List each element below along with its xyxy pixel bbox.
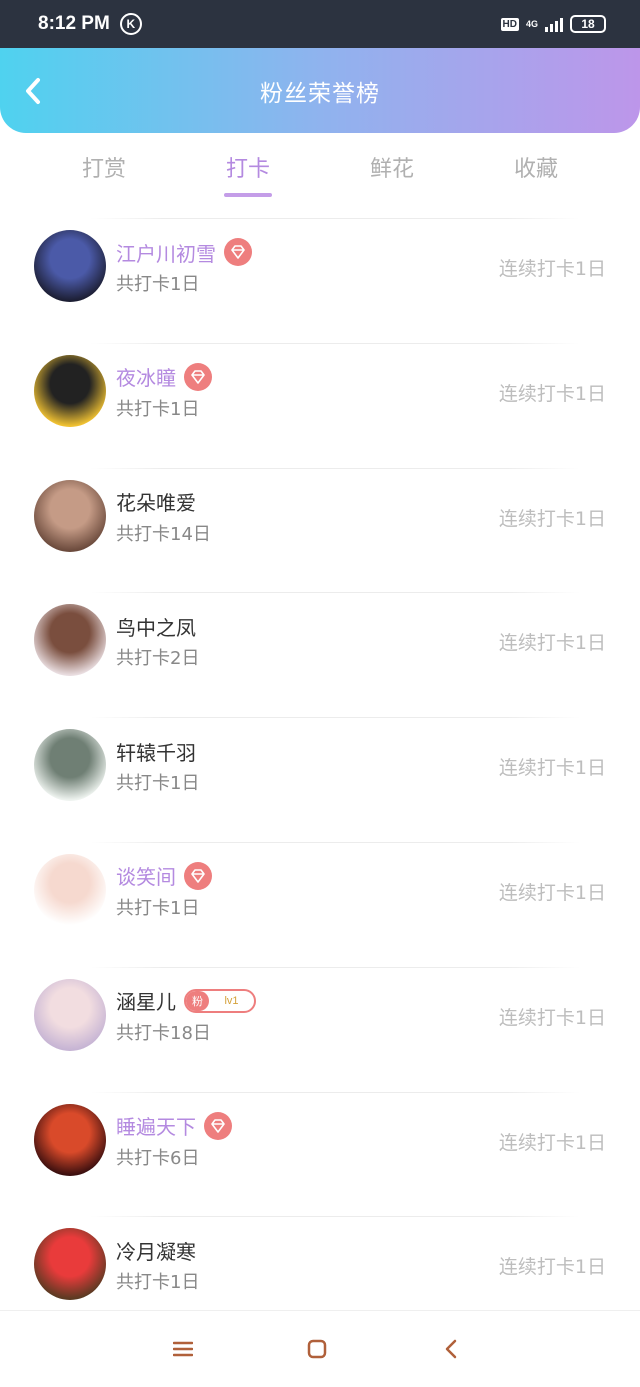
total-checkin-days: 共打卡1日 <box>116 773 200 795</box>
fan-name[interactable]: 江户川初雪 <box>116 238 216 267</box>
fan-name-line: 江户川初雪 <box>116 238 252 266</box>
total-checkin-days: 共打卡1日 <box>116 897 200 919</box>
row-divider <box>90 717 580 719</box>
fan-ranking-list: 江户川初雪 共打卡1日 连续打卡1日 夜冰瞳 共打卡1日 连续打卡1日 花朵唯爱… <box>0 218 640 1341</box>
fan-name[interactable]: 谈笑间 <box>116 861 176 890</box>
tab-label: 打赏 <box>81 157 126 182</box>
page-title: 粉丝荣誉榜 <box>260 80 380 107</box>
total-checkin-days: 共打卡18日 <box>116 1022 211 1044</box>
menu-icon <box>173 1341 193 1357</box>
streak-checkin-days: 连续打卡1日 <box>498 881 606 904</box>
tab-flowers[interactable]: 鲜花 <box>320 143 464 203</box>
diamond-badge-icon <box>204 1111 232 1140</box>
streak-checkin-days: 连续打卡1日 <box>498 632 606 655</box>
streak-checkin-days: 连续打卡1日 <box>498 258 606 280</box>
fan-badge-label: 粉 <box>186 990 209 1011</box>
fan-name[interactable]: 冷月凝寒 <box>116 1236 196 1265</box>
avatar[interactable] <box>34 1103 106 1176</box>
tab-bar: 打赏 打卡 鲜花 收藏 <box>32 143 608 203</box>
tab-checkin[interactable]: 打卡 <box>176 143 320 203</box>
hd-icon: HD <box>500 17 519 31</box>
fan-name-line: 谈笑间 <box>116 861 212 890</box>
tab-reward[interactable]: 打赏 <box>32 143 176 203</box>
fan-row[interactable]: 鸟中之凤 共打卡2日 连续打卡1日 <box>0 592 640 717</box>
fan-name[interactable]: 睡遍天下 <box>116 1111 196 1140</box>
tab-label: 鲜花 <box>369 157 414 182</box>
fan-name[interactable]: 轩辕千羽 <box>116 737 196 766</box>
fan-row[interactable]: 花朵唯爱 共打卡14日 连续打卡1日 <box>0 467 640 593</box>
fan-name-line: 鸟中之凤 <box>116 612 196 640</box>
home-icon <box>307 1339 327 1359</box>
fan-name[interactable]: 花朵唯爱 <box>116 487 196 516</box>
streak-checkin-days: 连续打卡1日 <box>498 507 606 530</box>
chevron-left-icon <box>26 78 40 104</box>
total-checkin-days: 共打卡14日 <box>116 523 211 545</box>
diamond-badge-icon <box>184 861 212 890</box>
system-nav-bar <box>0 1310 640 1387</box>
total-checkin-days: 共打卡1日 <box>116 398 200 420</box>
fan-row[interactable]: 谈笑间 共打卡1日 连续打卡1日 <box>0 841 640 967</box>
avatar[interactable] <box>34 1228 106 1301</box>
status-time: 8:12 PM <box>38 13 110 34</box>
avatar[interactable] <box>34 230 106 302</box>
system-back-button[interactable] <box>439 1337 463 1361</box>
row-divider <box>90 342 580 344</box>
fan-level-badge: 粉 lv1 <box>184 988 256 1013</box>
fan-row[interactable]: 睡遍天下 共打卡6日 连续打卡1日 <box>0 1091 640 1217</box>
fan-name-line: 冷月凝寒 <box>116 1236 196 1264</box>
avatar[interactable] <box>34 479 106 552</box>
fan-name[interactable]: 夜冰瞳 <box>116 362 176 391</box>
row-divider <box>90 218 580 219</box>
carrier-k-icon: K <box>119 13 142 35</box>
fan-row[interactable]: 夜冰瞳 共打卡1日 连续打卡1日 <box>0 342 640 468</box>
fan-row[interactable]: 江户川初雪 共打卡1日 连续打卡1日 <box>0 218 640 343</box>
fan-name-line: 夜冰瞳 <box>116 362 212 391</box>
menu-button[interactable] <box>171 1337 195 1361</box>
streak-checkin-days: 连续打卡1日 <box>498 1006 606 1029</box>
diamond-badge-icon <box>184 362 212 391</box>
home-button[interactable] <box>305 1337 329 1361</box>
streak-checkin-days: 连续打卡1日 <box>498 1256 606 1279</box>
diamond-badge-icon <box>224 238 252 266</box>
fan-name[interactable]: 涵星儿 <box>116 986 176 1015</box>
streak-checkin-days: 连续打卡1日 <box>498 757 606 780</box>
avatar[interactable] <box>34 604 106 677</box>
total-checkin-days: 共打卡2日 <box>116 648 200 670</box>
back-icon <box>445 1339 457 1359</box>
avatar[interactable] <box>34 853 106 926</box>
back-button[interactable] <box>22 76 46 106</box>
total-checkin-days: 共打卡1日 <box>116 1272 200 1294</box>
fan-name[interactable]: 鸟中之凤 <box>116 612 196 641</box>
fan-row[interactable]: 轩辕千羽 共打卡1日 连续打卡1日 <box>0 717 640 842</box>
fan-name-line: 轩辕千羽 <box>116 737 196 765</box>
fan-badge-level: lv1 <box>224 994 239 1007</box>
active-tab-indicator <box>224 193 272 197</box>
row-divider <box>90 966 580 968</box>
avatar[interactable] <box>34 729 106 802</box>
total-checkin-days: 共打卡6日 <box>116 1147 200 1169</box>
streak-checkin-days: 连续打卡1日 <box>498 382 606 405</box>
total-checkin-days: 共打卡1日 <box>116 274 200 295</box>
row-divider <box>90 467 580 469</box>
avatar[interactable] <box>34 978 106 1051</box>
tab-favorites[interactable]: 收藏 <box>464 143 608 203</box>
row-divider <box>90 592 580 594</box>
avatar[interactable] <box>34 354 106 427</box>
status-bar: 8:12 PM K HD 4G 18 <box>0 0 640 48</box>
battery-icon: 18 <box>570 15 606 33</box>
fan-row[interactable]: 涵星儿 粉 lv1 共打卡18日 连续打卡1日 <box>0 966 640 1092</box>
row-divider <box>90 1091 580 1093</box>
header-bar: 粉丝荣誉榜 <box>0 48 640 133</box>
tab-label: 收藏 <box>513 157 558 182</box>
fan-name-line: 睡遍天下 <box>116 1111 232 1140</box>
tab-label: 打卡 <box>225 157 270 182</box>
signal-icon <box>545 16 563 32</box>
row-divider <box>90 841 580 843</box>
fan-name-line: 花朵唯爱 <box>116 488 196 516</box>
fan-name-line: 涵星儿 粉 lv1 <box>116 987 256 1015</box>
row-divider <box>90 1216 580 1218</box>
streak-checkin-days: 连续打卡1日 <box>498 1131 606 1154</box>
network-type-icon: 4G <box>525 18 538 29</box>
